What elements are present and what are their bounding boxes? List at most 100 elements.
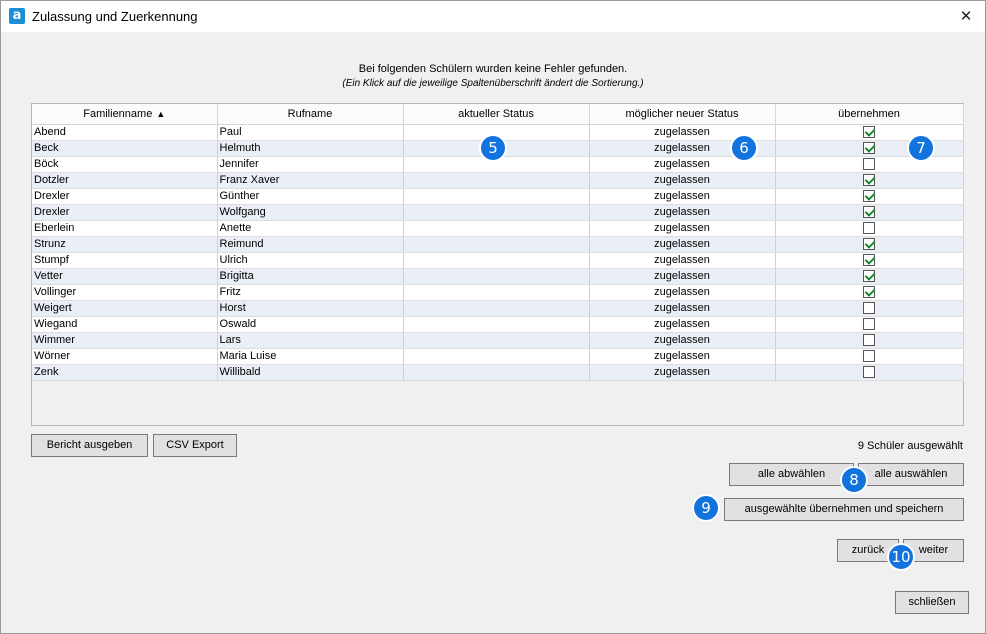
checkbox-checked[interactable] [863, 142, 875, 155]
callout-badge-7: 7 [907, 134, 935, 162]
column-header-neuer-status[interactable]: möglicher neuer Status [589, 104, 776, 125]
table-row[interactable]: Wimmer Lars zugelassen [32, 332, 964, 349]
checkbox-unchecked[interactable] [863, 318, 875, 331]
cell-familienname: Drexler [32, 188, 218, 205]
cell-aktueller-status [403, 220, 590, 237]
deselect-all-button[interactable]: alle abwählen [729, 463, 854, 486]
cell-uebernehmen [775, 204, 964, 221]
cell-rufname: Horst [217, 300, 404, 317]
callout-badge-10: 10 [887, 543, 915, 571]
cell-familienname: Vetter [32, 268, 218, 285]
cell-uebernehmen [775, 284, 964, 301]
table-row[interactable]: Drexler Günther zugelassen [32, 188, 964, 205]
cell-aktueller-status [403, 364, 590, 381]
callout-badge-8: 8 [840, 466, 868, 494]
checkbox-checked[interactable] [863, 286, 875, 299]
cell-rufname: Helmuth [217, 140, 404, 157]
checkbox-checked[interactable] [863, 126, 875, 139]
cell-familienname: Beck [32, 140, 218, 157]
table-row[interactable]: Stumpf Ulrich zugelassen [32, 252, 964, 269]
cell-familienname: Zenk [32, 364, 218, 381]
cell-uebernehmen [775, 156, 964, 173]
close-icon[interactable]: ✕ [953, 4, 979, 28]
callout-badge-6: 6 [730, 134, 758, 162]
cell-aktueller-status [403, 268, 590, 285]
cell-rufname: Anette [217, 220, 404, 237]
cell-aktueller-status [403, 300, 590, 317]
selected-count: 9 Schüler ausgewählt [857, 440, 963, 452]
table-row[interactable]: Weigert Horst zugelassen [32, 300, 964, 317]
column-header-aktueller-status[interactable]: aktueller Status [403, 104, 590, 125]
cell-aktueller-status [403, 332, 590, 349]
report-button[interactable]: Bericht ausgeben [31, 434, 148, 457]
cell-neuer-status: zugelassen [589, 252, 776, 269]
cell-rufname: Wolfgang [217, 204, 404, 221]
cell-neuer-status: zugelassen [589, 300, 776, 317]
cell-uebernehmen [775, 332, 964, 349]
checkbox-unchecked[interactable] [863, 302, 875, 315]
apply-and-save-button[interactable]: ausgewählte übernehmen und speichern [724, 498, 964, 521]
checkbox-checked[interactable] [863, 238, 875, 251]
cell-aktueller-status [403, 236, 590, 253]
column-header-uebernehmen[interactable]: übernehmen [775, 104, 964, 125]
checkbox-unchecked[interactable] [863, 350, 875, 363]
table-row[interactable]: Eberlein Anette zugelassen [32, 220, 964, 237]
cell-neuer-status: zugelassen [589, 188, 776, 205]
cell-neuer-status: zugelassen [589, 348, 776, 365]
sort-hint: (Ein Klick auf die jeweilige Spaltenüber… [342, 78, 644, 89]
cell-uebernehmen [775, 316, 964, 333]
checkbox-checked[interactable] [863, 270, 875, 283]
cell-rufname: Brigitta [217, 268, 404, 285]
cell-familienname: Wörner [32, 348, 218, 365]
checkbox-unchecked[interactable] [863, 222, 875, 235]
cell-uebernehmen [775, 172, 964, 189]
csv-export-button[interactable]: CSV Export [153, 434, 237, 457]
cell-familienname: Eberlein [32, 220, 218, 237]
checkbox-checked[interactable] [863, 190, 875, 203]
table-row[interactable]: Dotzler Franz Xaver zugelassen [32, 172, 964, 189]
table-header-row: Familienname ▲ Rufname aktueller Status m… [32, 104, 964, 125]
checkbox-checked[interactable] [863, 174, 875, 187]
cell-neuer-status: zugelassen [589, 268, 776, 285]
cell-rufname: Reimund [217, 236, 404, 253]
cell-neuer-status: zugelassen [589, 172, 776, 189]
callout-badge-5: 5 [479, 134, 507, 162]
table-row[interactable]: Vollinger Fritz zugelassen [32, 284, 964, 301]
cell-neuer-status: zugelassen [589, 316, 776, 333]
checkbox-unchecked[interactable] [863, 334, 875, 347]
checkbox-unchecked[interactable] [863, 366, 875, 379]
cell-uebernehmen [775, 252, 964, 269]
cell-neuer-status: zugelassen [589, 236, 776, 253]
cell-rufname: Willibald [217, 364, 404, 381]
table-row[interactable]: Wörner Maria Luise zugelassen [32, 348, 964, 365]
table-row[interactable]: Wiegand Oswald zugelassen [32, 316, 964, 333]
table-row[interactable]: Strunz Reimund zugelassen [32, 236, 964, 253]
cell-rufname: Oswald [217, 316, 404, 333]
checkbox-checked[interactable] [863, 254, 875, 267]
checkbox-checked[interactable] [863, 206, 875, 219]
cell-aktueller-status [403, 348, 590, 365]
cell-rufname: Fritz [217, 284, 404, 301]
cell-familienname: Drexler [32, 204, 218, 221]
cell-neuer-status: zugelassen [589, 220, 776, 237]
app-icon: a [9, 8, 25, 24]
cell-familienname: Wiegand [32, 316, 218, 333]
column-header-rufname[interactable]: Rufname [217, 104, 404, 125]
cell-rufname: Lars [217, 332, 404, 349]
table-row[interactable]: Vetter Brigitta zugelassen [32, 268, 964, 285]
table-row[interactable]: Drexler Wolfgang zugelassen [32, 204, 964, 221]
cell-uebernehmen [775, 268, 964, 285]
close-button[interactable]: schließen [895, 591, 969, 614]
cell-uebernehmen [775, 348, 964, 365]
title-bar: a Zulassung und Zuerkennung ✕ [1, 1, 985, 32]
cell-neuer-status: zugelassen [589, 364, 776, 381]
checkbox-unchecked[interactable] [863, 158, 875, 171]
column-header-familienname[interactable]: Familienname ▲ [32, 104, 218, 125]
cell-rufname: Ulrich [217, 252, 404, 269]
select-all-button[interactable]: alle auswählen [858, 463, 964, 486]
cell-aktueller-status [403, 252, 590, 269]
sort-ascending-icon: ▲ [156, 108, 166, 119]
cell-familienname: Strunz [32, 236, 218, 253]
table-row[interactable]: Zenk Willibald zugelassen [32, 364, 964, 381]
cell-uebernehmen [775, 124, 964, 141]
